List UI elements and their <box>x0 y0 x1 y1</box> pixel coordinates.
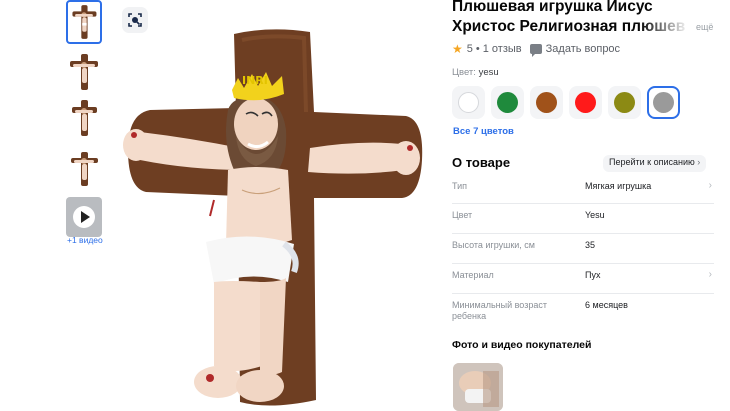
spec-label: Тип <box>452 181 468 191</box>
thumbnail-4[interactable] <box>66 146 102 190</box>
color-circle <box>536 92 557 113</box>
color-circle <box>575 92 596 113</box>
color-swatch-green[interactable] <box>491 86 524 119</box>
chat-bubble-icon <box>529 44 542 57</box>
color-swatch-gray-selected[interactable] <box>647 86 680 119</box>
color-circle <box>458 92 479 113</box>
all-colors-link[interactable]: Все 7 цветов <box>453 126 514 137</box>
main-product-image[interactable]: INRI <box>110 20 440 411</box>
thumbnail-2[interactable] <box>66 49 102 93</box>
title-more-link[interactable]: ещё <box>696 22 713 32</box>
buyer-photo-thumbnail[interactable] <box>453 363 503 411</box>
crucifix-thumbnail-image <box>72 100 97 136</box>
inri-label: INRI <box>242 74 268 87</box>
thumbnail-3[interactable] <box>66 96 102 140</box>
spec-row: Тип Мягкая игрушка › <box>452 175 714 204</box>
buyer-photo-image <box>453 363 503 411</box>
go-to-description-label: Перейти к описанию <box>609 157 695 167</box>
play-icon <box>73 206 95 228</box>
about-product-heading: О товаре <box>452 155 511 170</box>
spec-row: Высота игрушки, см 35 <box>452 234 714 264</box>
color-selected-value: yesu <box>478 67 499 78</box>
rating-row: ★ 5 • 1 отзыв Задать вопрос <box>452 42 620 57</box>
go-to-description-button[interactable]: Перейти к описанию › <box>603 155 707 172</box>
spec-label: Высота игрушки, см <box>452 240 535 250</box>
color-swatch-white[interactable] <box>452 86 485 119</box>
spec-label: Материал <box>452 270 494 280</box>
buyer-photos-heading: Фото и видео покупателей <box>452 339 592 351</box>
video-thumbnail[interactable] <box>66 197 102 237</box>
spec-value: 35 <box>585 240 596 250</box>
star-icon: ★ <box>452 42 463 56</box>
chevron-right-icon[interactable]: › <box>709 180 712 191</box>
color-swatch-olive[interactable] <box>608 86 641 119</box>
color-swatch-red[interactable] <box>569 86 602 119</box>
color-label: Цвет: yesu <box>452 67 499 78</box>
separator-dot: • <box>475 43 480 55</box>
video-count-label[interactable]: +1 видео <box>67 235 103 245</box>
chevron-right-icon: › <box>697 157 701 167</box>
spec-label: Цвет <box>452 210 473 220</box>
color-circle <box>653 92 674 113</box>
spec-value[interactable]: Пух <box>585 270 600 280</box>
color-swatch-brown[interactable] <box>530 86 563 119</box>
spec-label: Минимальный возраст ребенка <box>452 300 547 321</box>
spec-row: Цвет Yesu <box>452 204 714 234</box>
spec-value[interactable]: Мягкая игрушка <box>585 181 651 191</box>
spec-row: Материал Пух › <box>452 264 714 294</box>
spec-value: 6 месяцев <box>585 300 628 310</box>
color-label-prefix: Цвет: <box>452 67 476 78</box>
spec-row: Минимальный возраст ребенка 6 месяцев <box>452 294 714 328</box>
ask-question-link[interactable]: Задать вопрос <box>546 43 620 55</box>
spec-value: Yesu <box>585 210 605 220</box>
crucifix-plush-image: INRI <box>123 29 423 406</box>
crucifix-thumbnail-image <box>70 54 98 90</box>
crucifix-thumbnail-image <box>71 152 98 186</box>
chevron-right-icon[interactable]: › <box>709 269 712 280</box>
reviews-link[interactable]: 1 отзыв <box>483 43 522 55</box>
color-circle <box>497 92 518 113</box>
product-title-line-1: Плюшевая игрушка Иисус <box>452 0 653 15</box>
thumbnail-1[interactable] <box>66 0 102 44</box>
rating-value[interactable]: 5 <box>467 43 473 55</box>
crucifix-thumbnail-image <box>72 5 97 39</box>
color-circle <box>614 92 635 113</box>
